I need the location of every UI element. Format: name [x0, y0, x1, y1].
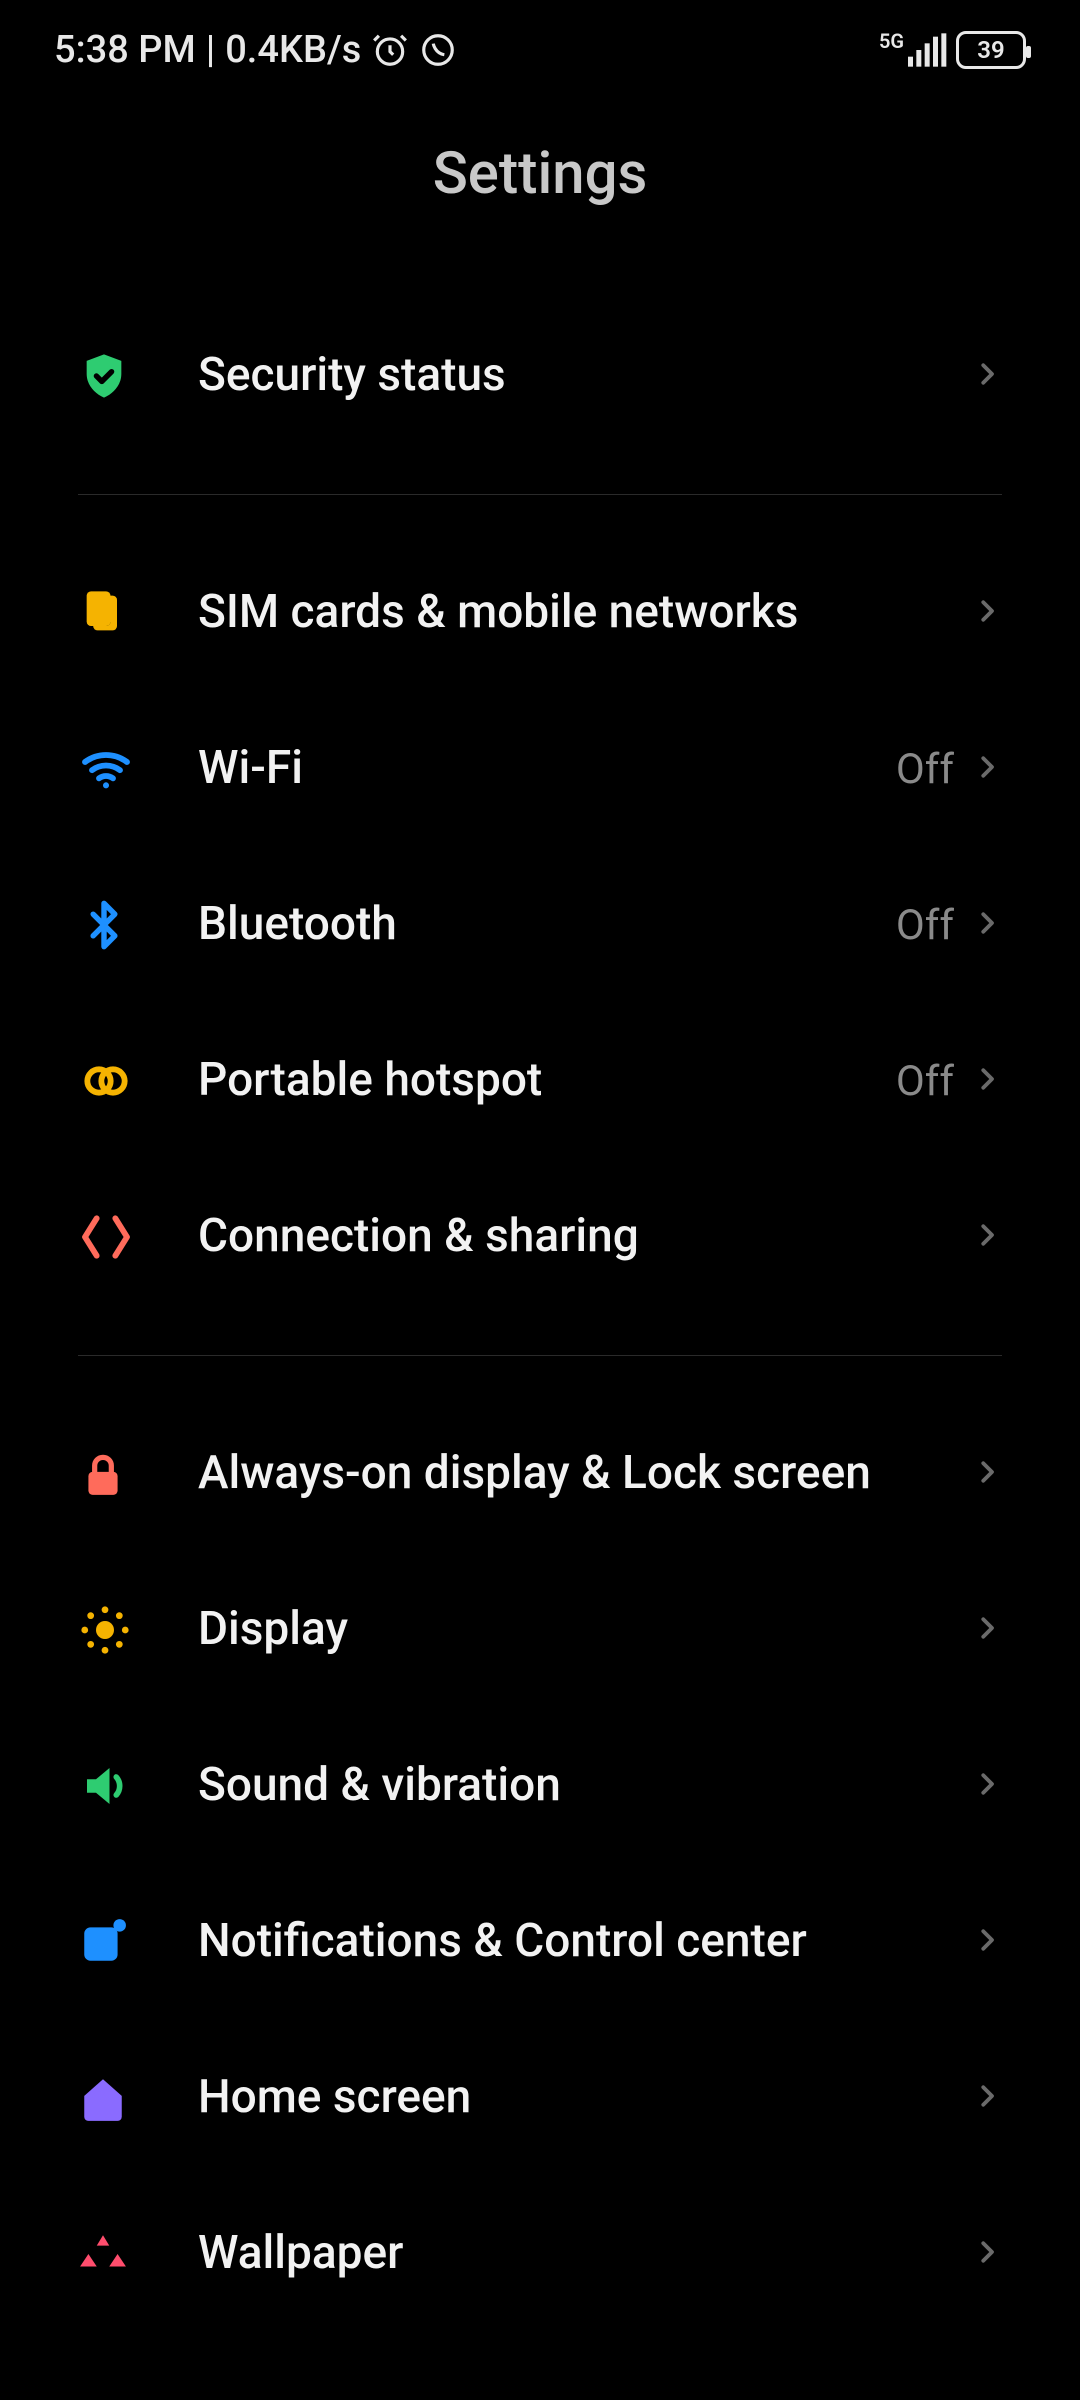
status-net-speed: 0.4KB/s: [225, 28, 361, 72]
settings-row-label: Portable hotspot: [198, 1051, 896, 1111]
settings-row-wallpaper[interactable]: Wallpaper: [78, 2176, 1002, 2332]
speaker-icon: [78, 1759, 198, 1813]
settings-row-value: Off: [896, 745, 954, 794]
settings-row-aod_lock[interactable]: Always-on display & Lock screen: [78, 1396, 1002, 1552]
settings-row-label: Home screen: [198, 2068, 972, 2128]
chevron-right-icon: [972, 359, 1002, 393]
signal-icon: [908, 33, 948, 67]
chevron-right-icon: [972, 596, 1002, 630]
page-header: Settings: [0, 100, 1080, 298]
settings-row-notifications[interactable]: Notifications & Control center: [78, 1864, 1002, 2020]
chevron-right-icon: [972, 2081, 1002, 2115]
wallpaper-icon: [78, 2229, 198, 2279]
status-bar: 5:38 PM | 0.4KB/s 5G 39: [0, 0, 1080, 100]
tile-icon: [78, 1917, 198, 1967]
settings-row-value: Off: [896, 901, 954, 950]
settings-row-hotspot[interactable]: Portable hotspotOff: [78, 1003, 1002, 1159]
shield-check-icon: [78, 350, 198, 402]
viber-icon: [419, 31, 457, 69]
chevron-right-icon: [972, 1769, 1002, 1803]
page-title: Settings: [0, 140, 1080, 208]
home-icon: [78, 2073, 198, 2123]
settings-row-wifi[interactable]: Wi-FiOff: [78, 691, 1002, 847]
settings-row-home[interactable]: Home screen: [78, 2020, 1002, 2176]
settings-row-connection_sharing[interactable]: Connection & sharing: [78, 1159, 1002, 1315]
settings-row-label: Wi-Fi: [198, 739, 896, 799]
settings-row-label: Notifications & Control center: [198, 1912, 972, 1972]
alarm-icon: [371, 31, 409, 69]
settings-row-label: SIM cards & mobile networks: [198, 583, 972, 643]
link-rings-icon: [78, 1053, 198, 1109]
settings-row-sim_cards[interactable]: SIM cards & mobile networks: [78, 535, 1002, 691]
settings-row-label: Display: [198, 1600, 972, 1660]
section-divider: [78, 1355, 1002, 1356]
chevron-right-icon: [972, 1220, 1002, 1254]
chevron-right-icon: [972, 2237, 1002, 2271]
battery-icon: 39: [956, 31, 1026, 69]
chevron-right-icon: [972, 752, 1002, 786]
settings-row-label: Sound & vibration: [198, 1756, 972, 1816]
status-time: 5:38 PM: [54, 28, 196, 72]
bluetooth-icon: [78, 899, 198, 951]
network-type-label: 5G: [879, 29, 904, 53]
settings-row-label: Always-on display & Lock screen: [198, 1444, 972, 1504]
battery-pct: 39: [977, 36, 1004, 64]
settings-row-sound[interactable]: Sound & vibration: [78, 1708, 1002, 1864]
settings-row-label: Bluetooth: [198, 895, 896, 955]
settings-row-display[interactable]: Display: [78, 1552, 1002, 1708]
settings-row-label: Connection & sharing: [198, 1207, 972, 1267]
settings-row-label: Security status: [198, 346, 972, 406]
settings-row-label: Wallpaper: [198, 2224, 972, 2284]
chevron-right-icon: [972, 908, 1002, 942]
settings-row-value: Off: [896, 1057, 954, 1106]
sun-icon: [78, 1603, 198, 1657]
status-separator: |: [206, 28, 215, 72]
chevron-right-icon: [972, 1457, 1002, 1491]
sim-icon: [78, 587, 198, 639]
settings-list: Security status SIM cards & mobile networ…: [0, 298, 1080, 2332]
section-divider: [78, 494, 1002, 495]
chevron-right-icon: [972, 1613, 1002, 1647]
settings-row-security_status[interactable]: Security status: [78, 298, 1002, 454]
chevron-right-icon: [972, 1925, 1002, 1959]
lock-icon: [78, 1449, 198, 1499]
settings-row-bluetooth[interactable]: BluetoothOff: [78, 847, 1002, 1003]
wifi-icon: [78, 741, 198, 797]
share-arrows-icon: [78, 1209, 198, 1265]
status-bar-right: 5G 39: [879, 31, 1026, 69]
status-bar-left: 5:38 PM | 0.4KB/s: [54, 28, 457, 72]
chevron-right-icon: [972, 1064, 1002, 1098]
